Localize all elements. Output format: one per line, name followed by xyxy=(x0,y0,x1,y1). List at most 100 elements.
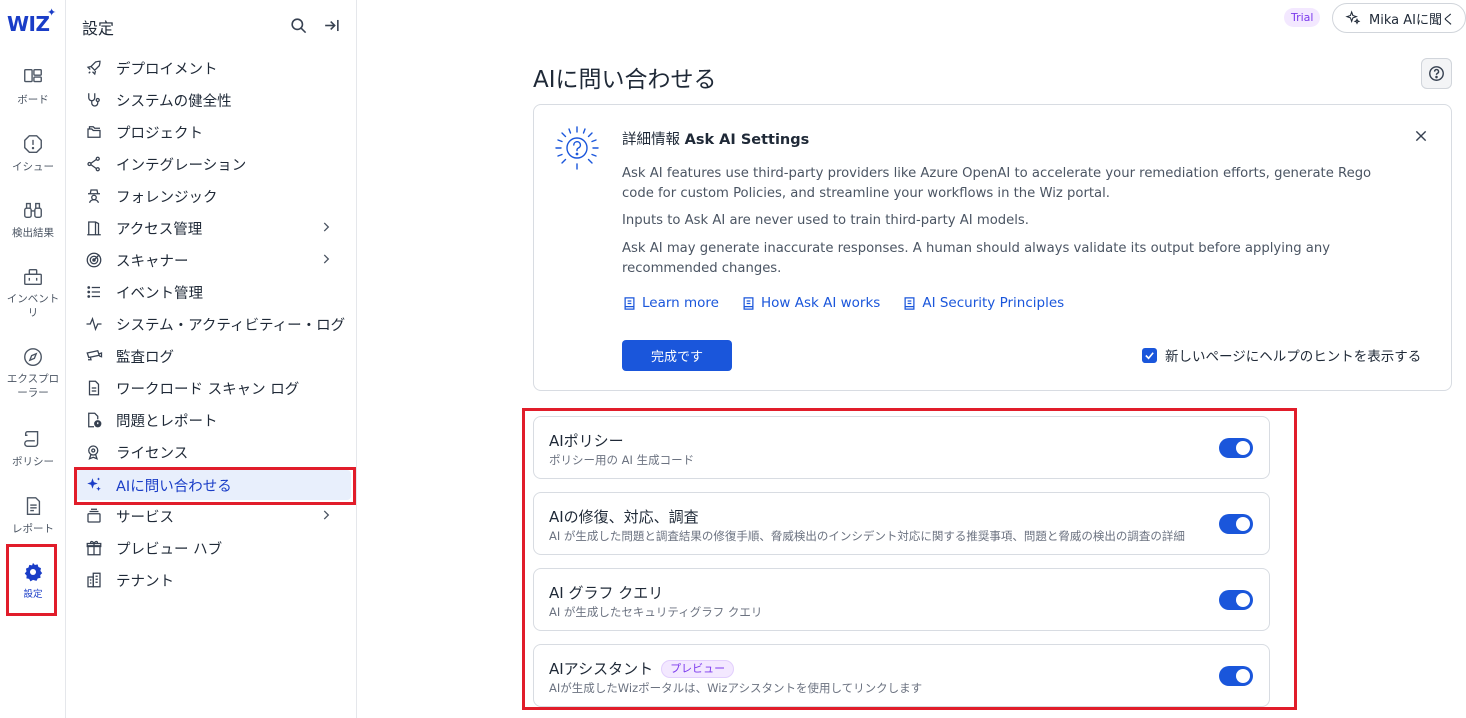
chevron-right-icon xyxy=(323,254,330,264)
rail-label: 検出結果 xyxy=(12,227,54,239)
book-icon xyxy=(624,296,635,310)
rail-item-board[interactable]: ボード xyxy=(0,66,66,108)
checkbox-checked-icon[interactable] xyxy=(1142,347,1157,363)
rail-item-explorer[interactable]: エクスプロ ーラー xyxy=(0,346,66,400)
search-icon[interactable] xyxy=(289,16,308,35)
question-burst-icon xyxy=(555,126,599,170)
settings-highlight-box xyxy=(6,544,57,616)
compass-icon xyxy=(24,348,42,366)
nav-item-label: スキャナー xyxy=(116,253,189,270)
sparkle-icon xyxy=(1345,10,1361,25)
nav-item-label: サービス xyxy=(116,509,174,526)
camera-icon xyxy=(85,347,103,365)
license-icon xyxy=(85,443,103,461)
trial-badge: Trial xyxy=(1284,8,1321,27)
wiz-logo[interactable]: WIZ ✦ xyxy=(7,6,56,36)
how-ask-ai-works-link[interactable]: How Ask AI works xyxy=(741,295,880,311)
page-title: AIに問い合わせる xyxy=(533,67,717,93)
nav-item-label: テナント xyxy=(116,573,174,590)
service-icon xyxy=(85,507,103,525)
rail-item-policies[interactable]: ポリシー xyxy=(0,428,66,470)
report-icon xyxy=(26,497,41,515)
nav-item-label: プロジェクト xyxy=(116,125,203,142)
nav-item-integrations[interactable]: インテグレーション xyxy=(75,149,351,179)
nav-item-scanners[interactable]: スキャナー xyxy=(75,245,351,275)
mika-ai-label: Mika AIに聞く xyxy=(1369,12,1455,28)
activity-icon xyxy=(85,315,103,333)
nav-item-label: 問題とレポート xyxy=(116,413,218,430)
nav-item-system-activity-log[interactable]: システム・アクティビティー・ログ xyxy=(75,309,351,339)
nav-item-access-management[interactable]: アクセス管理 xyxy=(75,213,351,243)
nav-item-label: アクセス管理 xyxy=(116,221,203,238)
nav-item-audit-log[interactable]: 監査ログ xyxy=(75,341,351,371)
nav-item-label: デプロイメント xyxy=(116,61,218,78)
gift-icon xyxy=(85,539,103,557)
nav-item-projects[interactable]: プロジェクト xyxy=(75,117,351,147)
chevron-right-icon xyxy=(323,222,330,232)
settings-nav: 設定 デプロイメント システムの健全性 プロジェクト インテグレーション フォレ… xyxy=(67,0,357,718)
inventory-icon xyxy=(24,268,42,286)
door-icon xyxy=(85,219,103,237)
done-button[interactable]: 完成です xyxy=(622,340,732,371)
book-icon xyxy=(904,296,915,310)
ask-ai-highlight-box xyxy=(74,467,356,505)
mika-ai-button[interactable]: Mika AIに聞く xyxy=(1332,3,1466,33)
building-icon xyxy=(85,571,103,589)
nav-item-preview-hub[interactable]: プレビュー ハブ xyxy=(75,533,351,563)
help-button[interactable] xyxy=(1421,58,1452,89)
ai-security-principles-link[interactable]: AI Security Principles xyxy=(902,295,1064,311)
nav-item-services[interactable]: サービス xyxy=(75,501,351,531)
folders-icon xyxy=(85,123,103,141)
stethoscope-icon xyxy=(85,91,103,109)
nav-item-event-management[interactable]: イベント管理 xyxy=(75,277,351,307)
nav-item-label: システムの健全性 xyxy=(116,93,232,110)
rail-label: ポリシー xyxy=(12,456,54,468)
rail-item-inventory[interactable]: インベントリ xyxy=(0,266,66,320)
nav-item-issues-reports[interactable]: 問題とレポート xyxy=(75,405,351,435)
scanner-icon xyxy=(85,251,103,269)
info-paragraph: Ask AI features use third-party provider… xyxy=(622,166,1372,201)
learn-more-link[interactable]: Learn more xyxy=(622,295,719,311)
list-icon xyxy=(85,283,103,301)
question-circle-icon xyxy=(1429,66,1444,81)
rail-label: インベントリ xyxy=(6,293,60,319)
info-links: Learn more How Ask AI works AI Security … xyxy=(622,295,1086,311)
collapse-icon[interactable] xyxy=(322,16,341,35)
nav-item-license[interactable]: ライセンス xyxy=(75,437,351,467)
nav-item-system-health[interactable]: システムの健全性 xyxy=(75,85,351,115)
help-hints-label: 新しいページにヘルプのヒントを表示する xyxy=(1165,349,1422,365)
scroll-icon xyxy=(24,430,39,448)
file-alert-icon xyxy=(85,411,103,429)
nav-item-label: インテグレーション xyxy=(116,157,247,174)
detective-icon xyxy=(85,187,103,205)
nav-item-label: システム・アクティビティー・ログ xyxy=(116,317,346,334)
nav-item-forensics[interactable]: フォレンジック xyxy=(75,181,351,211)
close-icon[interactable] xyxy=(1414,129,1428,143)
rail-label: イシュー xyxy=(12,161,54,173)
file-icon xyxy=(85,379,103,397)
info-paragraph: Ask AI may generate inaccurate responses… xyxy=(622,241,1331,276)
nav-title: 設定 xyxy=(82,19,115,38)
book-icon xyxy=(743,296,754,310)
rail-label: エクスプロ ーラー xyxy=(6,373,60,399)
rail-item-findings[interactable]: 検出結果 xyxy=(0,199,66,241)
integration-icon xyxy=(85,155,103,173)
nav-item-label: 監査ログ xyxy=(116,349,174,366)
info-card: 詳細情報 Ask AI Settings Ask AI features use… xyxy=(533,104,1452,391)
rail-item-reports[interactable]: レポート xyxy=(0,495,66,537)
rail-label: ボード xyxy=(17,94,49,106)
nav-item-label: ライセンス xyxy=(116,445,189,462)
toggles-highlight-box xyxy=(522,408,1297,710)
help-hints-checkbox[interactable]: 新しいページにヘルプのヒントを表示する xyxy=(1142,345,1421,365)
rail-item-issues[interactable]: イシュー xyxy=(0,133,66,175)
nav-item-workload-scan-log[interactable]: ワークロード スキャン ログ xyxy=(75,373,351,403)
nav-item-deployment[interactable]: デプロイメント xyxy=(75,53,351,83)
board-icon xyxy=(24,68,42,83)
rail-label: レポート xyxy=(12,523,54,535)
nav-item-label: プレビュー ハブ xyxy=(116,541,223,558)
nav-item-label: イベント管理 xyxy=(116,285,203,302)
chevron-right-icon xyxy=(323,510,330,520)
nav-item-tenants[interactable]: テナント xyxy=(75,565,351,595)
issue-icon xyxy=(24,135,42,153)
nav-item-label: フォレンジック xyxy=(116,189,218,206)
